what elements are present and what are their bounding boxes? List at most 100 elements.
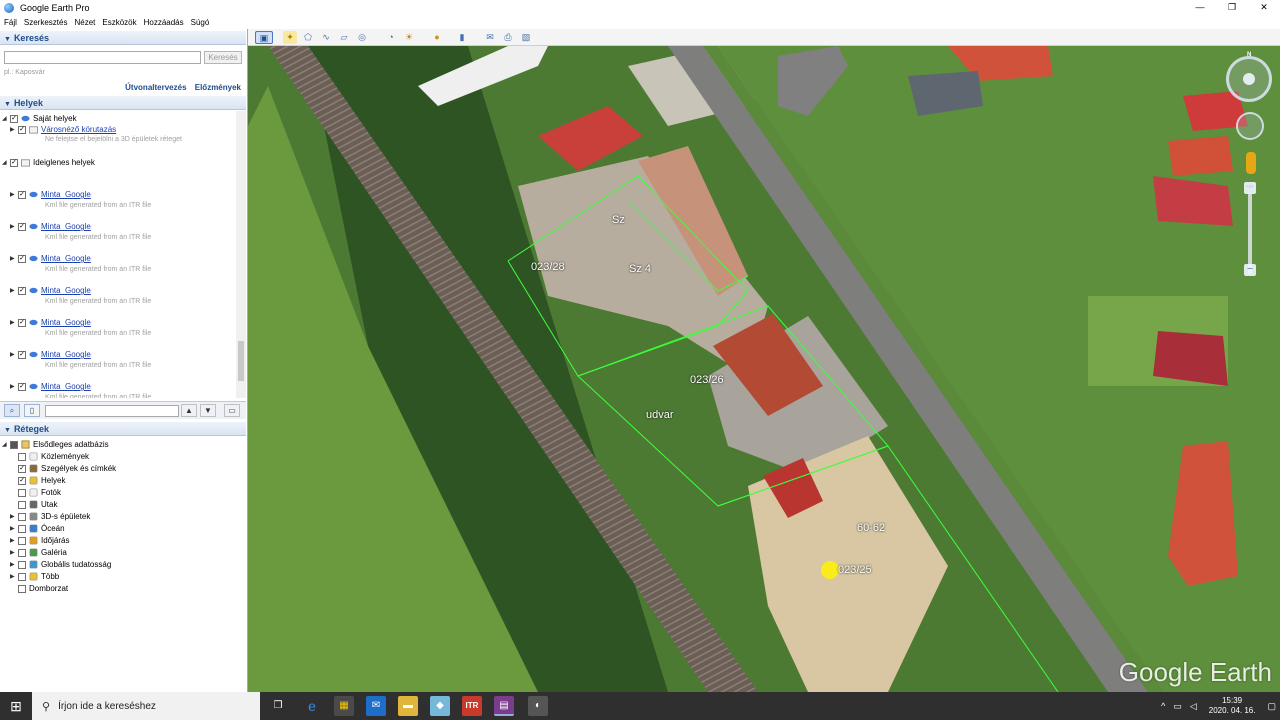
layer-item[interactable]: ▶ Óceán	[10, 523, 65, 534]
collapse-arrow-icon[interactable]: ◢	[2, 115, 10, 122]
layer-item[interactable]: ▶ Időjárás	[10, 535, 69, 546]
expand-arrow-icon[interactable]: ▶	[10, 513, 18, 520]
move-control[interactable]	[1236, 112, 1264, 140]
planets-icon[interactable]: ●	[430, 31, 444, 44]
taskbar-search[interactable]: ⚲ Írjon ide a kereséshez	[32, 692, 260, 720]
menu-view[interactable]: Nézet	[74, 18, 95, 27]
tree-item-minta[interactable]: ▶ ✓ Minta_Google	[10, 349, 91, 360]
tree-item-minta[interactable]: ▶ ✓ Minta_Google	[10, 253, 91, 264]
menu-edit[interactable]: Szerkesztés	[24, 18, 68, 27]
checkbox[interactable]: ✓	[18, 222, 26, 231]
tree-link[interactable]: Városnéző körutazás	[41, 125, 116, 134]
google-earth-taskbar-icon[interactable]: ◐	[528, 696, 548, 716]
checkbox[interactable]	[18, 572, 26, 581]
checkbox[interactable]	[18, 452, 26, 461]
maximize-button[interactable]: ❐	[1216, 0, 1248, 15]
checkbox[interactable]	[18, 548, 26, 557]
add-polygon-icon[interactable]: ⬠	[301, 31, 315, 44]
expand-arrow-icon[interactable]: ▶	[10, 549, 18, 556]
expand-arrow-icon[interactable]: ▶	[10, 573, 18, 580]
collapse-arrow-icon[interactable]: ◢	[2, 159, 10, 166]
app-active-icon[interactable]: ▤	[494, 696, 514, 716]
layer-item[interactable]: ▶ 3D-s épületek	[10, 511, 90, 522]
checkbox[interactable]: ✓	[18, 350, 26, 359]
scrollbar-thumb[interactable]	[238, 341, 244, 381]
expand-arrow-icon[interactable]: ▶	[10, 287, 18, 294]
tree-city-tour[interactable]: ▶ ✓ Városnéző körutazás	[10, 124, 116, 135]
layer-item[interactable]: ✓ Helyek	[10, 475, 65, 486]
edge-browser-icon[interactable]: e	[302, 696, 322, 716]
checkbox[interactable]: ✓	[18, 476, 26, 485]
tree-link[interactable]: Minta_Google	[41, 382, 91, 391]
historical-imagery-icon[interactable]: ◔	[384, 31, 398, 44]
expand-arrow-icon[interactable]: ▶	[10, 191, 18, 198]
windows-start-icon[interactable]: ⊞	[0, 692, 32, 720]
sidebar-toggle-icon[interactable]: ▣	[255, 31, 273, 44]
tree-link[interactable]: Minta_Google	[41, 190, 91, 199]
mail-icon[interactable]: ✉	[366, 696, 386, 716]
tree-item-minta[interactable]: ▶ ✓ Minta_Google	[10, 221, 91, 232]
minimize-button[interactable]: —	[1184, 0, 1216, 15]
network-icon[interactable]: ▭	[1173, 701, 1182, 712]
checkbox[interactable]	[18, 524, 26, 533]
add-path-icon[interactable]: ∿	[319, 31, 333, 44]
layer-item[interactable]: ▶ Globális tudatosság	[10, 559, 111, 570]
tree-link[interactable]: Minta_Google	[41, 254, 91, 263]
image-overlay-icon[interactable]: ▱	[337, 31, 351, 44]
zoom-slider[interactable]	[1248, 184, 1252, 274]
expand-arrow-icon[interactable]: ▶	[10, 383, 18, 390]
menu-help[interactable]: Súgó	[191, 18, 210, 27]
checkbox[interactable]	[18, 584, 26, 593]
checkbox[interactable]: ✓	[10, 158, 18, 167]
store-icon[interactable]: ▦	[334, 696, 354, 716]
tree-link[interactable]: Minta_Google	[41, 222, 91, 231]
add-placemark-icon[interactable]: ✦	[283, 31, 297, 44]
layer-item[interactable]: ▶ Galéria	[10, 547, 67, 558]
checkbox[interactable]	[10, 440, 18, 449]
history-link[interactable]: Előzmények	[195, 83, 241, 92]
print-icon[interactable]: ⎙	[501, 31, 515, 44]
checkbox[interactable]: ✓	[18, 190, 26, 199]
search-input[interactable]	[4, 51, 201, 64]
menu-add[interactable]: Hozzáadás	[144, 18, 184, 27]
checkbox[interactable]	[18, 536, 26, 545]
layer-item[interactable]: Utak	[10, 499, 57, 510]
volume-icon[interactable]: ◁	[1190, 701, 1197, 712]
search-places-icon[interactable]: ⌕	[4, 404, 20, 417]
record-tour-icon[interactable]: ◎	[355, 31, 369, 44]
chevron-up-icon[interactable]: ^	[1161, 701, 1165, 711]
ruler-icon[interactable]: ▮	[455, 31, 469, 44]
notification-icon[interactable]: ▢	[1267, 701, 1276, 712]
expand-arrow-icon[interactable]: ▶	[10, 223, 18, 230]
expand-arrow-icon[interactable]: ▶	[10, 255, 18, 262]
email-icon[interactable]: ✉	[483, 31, 497, 44]
places-filter-input[interactable]	[45, 405, 179, 417]
layer-item[interactable]: Fotók	[10, 487, 61, 498]
checkbox[interactable]: ✓	[18, 286, 26, 295]
checkbox[interactable]: ✓	[18, 318, 26, 327]
navigation-compass[interactable]: N	[1226, 52, 1272, 102]
zoom-out-button[interactable]: −	[1244, 264, 1256, 276]
folder-options-icon[interactable]: ▭	[224, 404, 240, 417]
tree-link[interactable]: Minta_Google	[41, 350, 91, 359]
tree-temporary-places[interactable]: ◢ ✓ Ideiglenes helyek	[2, 157, 95, 168]
expand-arrow-icon[interactable]: ▶	[10, 525, 18, 532]
checkbox[interactable]	[18, 560, 26, 569]
checkbox[interactable]: ✓	[18, 254, 26, 263]
search-button[interactable]: Keresés	[204, 51, 242, 64]
file-explorer-icon[interactable]: ▬	[398, 696, 418, 716]
checkbox[interactable]	[18, 488, 26, 497]
task-view-icon[interactable]: ❐	[268, 696, 288, 716]
layer-item[interactable]: ▶ Több	[10, 571, 59, 582]
checkbox[interactable]: ✓	[18, 125, 26, 134]
clock[interactable]: 15:39 2020. 04. 16.	[1209, 696, 1256, 716]
itr-app-icon[interactable]: ITR	[462, 696, 482, 716]
places-scrollbar[interactable]	[236, 111, 246, 398]
layer-item[interactable]: ✓ Szegélyek és címkék	[10, 463, 116, 474]
checkbox[interactable]	[18, 512, 26, 521]
expand-arrow-icon[interactable]: ▶	[10, 561, 18, 568]
tree-my-places[interactable]: ◢ ✓ Saját helyek	[2, 113, 77, 124]
save-image-icon[interactable]: ▧	[519, 31, 533, 44]
tree-item-minta[interactable]: ▶ ✓ Minta_Google	[10, 189, 91, 200]
collapse-arrow-icon[interactable]: ◢	[2, 441, 10, 448]
